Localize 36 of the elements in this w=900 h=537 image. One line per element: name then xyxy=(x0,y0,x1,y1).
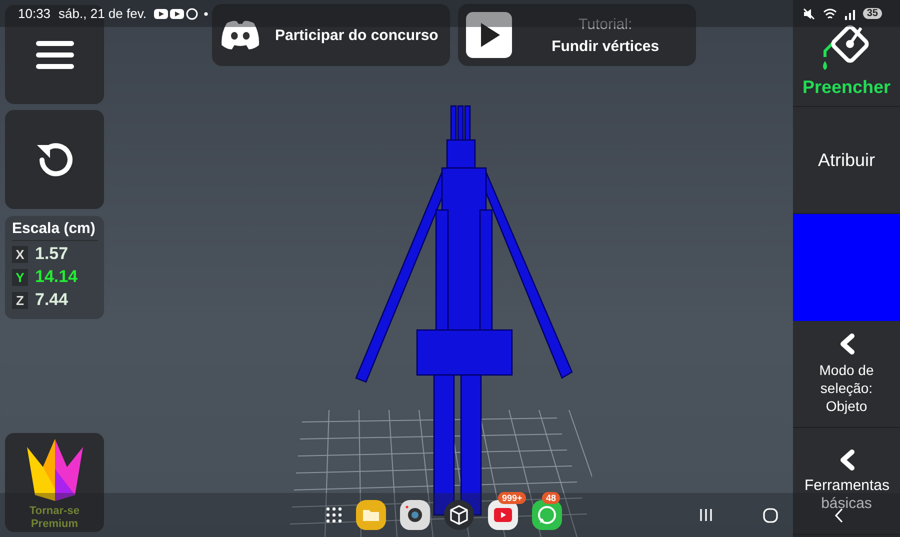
color-swatch[interactable] xyxy=(793,214,900,321)
status-date: sáb., 21 de fev. xyxy=(58,6,146,21)
axis-value: 14.14 xyxy=(35,267,78,287)
axis-label[interactable]: Z xyxy=(12,292,28,308)
cube-app-icon[interactable] xyxy=(444,500,474,530)
axis-label[interactable]: X xyxy=(12,246,28,262)
play-icon xyxy=(466,12,512,58)
notification-badge: 48 xyxy=(542,492,560,504)
premium-button[interactable]: Tornar-se Premium xyxy=(5,433,104,532)
home-icon[interactable] xyxy=(763,508,778,522)
status-time: 10:33 xyxy=(18,6,51,21)
undo-button[interactable] xyxy=(5,110,104,209)
chat-app-icon[interactable] xyxy=(532,500,562,530)
axis-value: 7.44 xyxy=(35,290,68,310)
chevron-left-icon xyxy=(838,333,854,355)
axis-value: 1.57 xyxy=(35,244,68,264)
model-head xyxy=(446,139,476,169)
camera-app-icon[interactable] xyxy=(400,500,430,530)
app-grid-icon[interactable] xyxy=(326,507,342,523)
wifi-icon xyxy=(822,8,837,20)
video-app-icon[interactable] xyxy=(488,500,518,530)
back-icon[interactable] xyxy=(834,508,844,522)
notification-badge: 999+ xyxy=(498,492,526,504)
scale-title: Escala (cm) xyxy=(12,220,98,241)
crown-icon xyxy=(26,439,82,501)
menu-button[interactable] xyxy=(5,5,104,104)
recents-icon[interactable] xyxy=(699,508,713,522)
axis-label[interactable]: Y xyxy=(12,268,28,286)
contest-button[interactable]: Participar do concurso xyxy=(212,4,450,66)
chevron-left-icon xyxy=(838,449,854,471)
tutorial-button[interactable]: Tutorial: Fundir vértices xyxy=(458,4,696,66)
notification-icons xyxy=(154,8,208,20)
mute-icon xyxy=(802,8,815,20)
menu-icon xyxy=(36,40,74,70)
folder-app-icon[interactable] xyxy=(356,500,386,530)
signal-icon xyxy=(844,8,855,20)
